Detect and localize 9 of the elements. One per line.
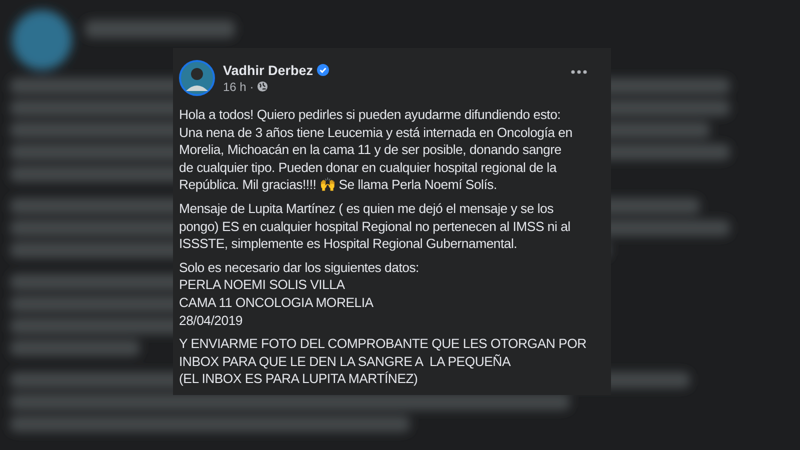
more-icon[interactable] [571, 70, 587, 74]
author-name[interactable]: Vadhir Derbez [223, 62, 314, 78]
post-paragraph: Hola a todos! Quiero pedirles si pueden ayudarme difundiendo esto: Una nena de 3 años tiene Leucemia y está internada en Oncología en Morelia, Michoacán en la cama 11 y de ser posible, donando sangre de cualquier tipo. Pueden donar en cualquier hospital regional de la República. Mil gracias!!!! 🙌 Se llama Perla Noemí Solís. [179, 106, 574, 194]
post-paragraph: Mensaje de Lupita Martínez ( es quien me dejó el mensaje y se los pongo) ES en cualquier hospital Regional no pertenecen al IMSS ni al ISSSTE, simplemente es Hospital Regional Gubernamental. [179, 200, 572, 253]
avatar-icon[interactable] [179, 60, 215, 96]
post-paragraph: Y ENVIARME FOTO DEL COMPROBANTE QUE LES OTORGAN POR INBOX PARA QUE LE DEN LA SANGRE A LA PEQUEÑA (EL INBOX ES PARA LUPITA MARTÍNEZ) [179, 335, 588, 388]
post-paragraph: Solo es necesario dar los siguientes datos: PERLA NOEMI SOLIS VILLA CAMA 11 ONCOLOGIA MORELIA 28/04/2019 [179, 258, 420, 330]
post-time[interactable]: 16 h · [223, 80, 254, 94]
globe-icon [256, 81, 268, 92]
